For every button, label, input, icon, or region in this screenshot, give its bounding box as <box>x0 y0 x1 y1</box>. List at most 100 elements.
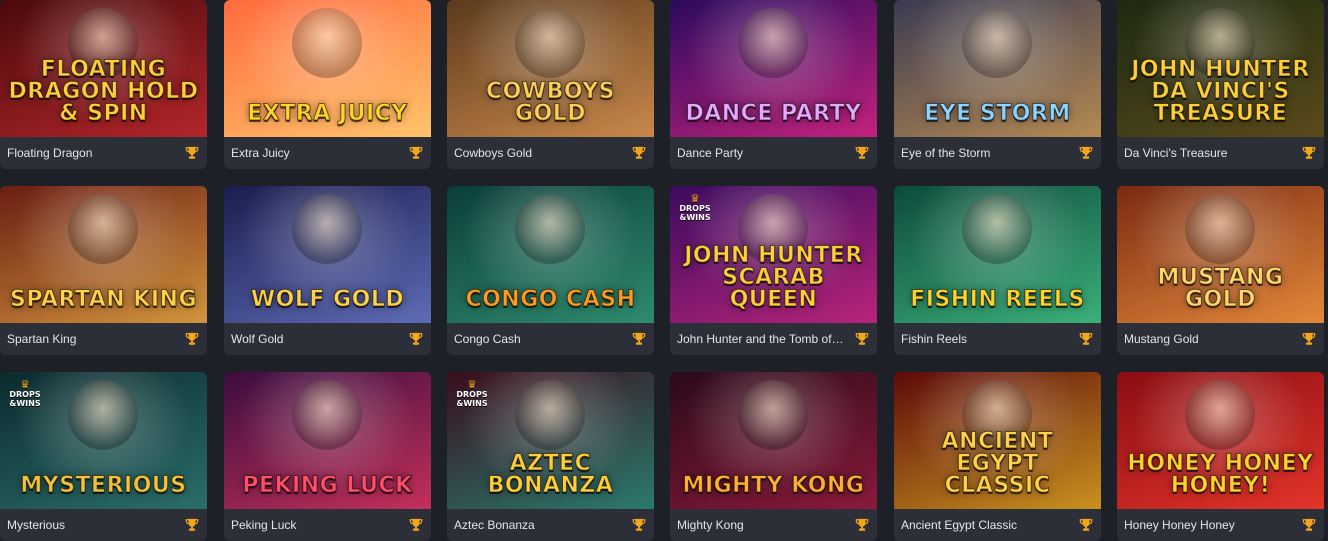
game-title[interactable]: Ancient Egypt Classic <box>901 518 1069 532</box>
game-title[interactable]: Wolf Gold <box>231 332 399 346</box>
game-logo: Wolf Gold <box>250 287 405 312</box>
trophy-icon[interactable] <box>632 518 646 532</box>
trophy-icon[interactable] <box>1302 518 1316 532</box>
game-thumbnail[interactable]: Spartan King <box>0 186 207 323</box>
game-card[interactable]: John Hunter Da Vinci's Treasure Da Vinci'… <box>1117 0 1324 169</box>
game-caption: Da Vinci's Treasure <box>1117 137 1324 169</box>
game-logo: Aztec Bonanza <box>487 451 614 498</box>
game-thumbnail[interactable]: Aztec Bonanza ♛ DROPS &WINS <box>447 372 654 509</box>
game-logo: Peking Luck <box>242 473 413 498</box>
game-caption: Honey Honey Honey <box>1117 509 1324 541</box>
game-card[interactable]: Congo Cash Congo Cash <box>447 186 654 355</box>
trophy-icon[interactable] <box>1079 332 1093 346</box>
trophy-icon[interactable] <box>185 146 199 160</box>
game-caption: Extra Juicy <box>224 137 431 169</box>
trophy-icon[interactable] <box>855 332 869 346</box>
trophy-icon[interactable] <box>632 332 646 346</box>
game-title[interactable]: Peking Luck <box>231 518 399 532</box>
game-title[interactable]: John Hunter and the Tomb of the Scarab Q… <box>677 332 845 346</box>
character-art <box>738 8 808 78</box>
game-title[interactable]: Floating Dragon <box>7 146 175 160</box>
game-card[interactable]: Ancient Egypt Classic Ancient Egypt Class… <box>894 372 1101 541</box>
badge-line-1: DROPS <box>679 204 711 213</box>
game-card[interactable]: Extra Juicy Extra Juicy <box>224 0 431 169</box>
game-logo: Cowboys Gold <box>485 79 616 126</box>
trophy-icon[interactable] <box>409 146 423 160</box>
game-card[interactable]: Wolf Gold Wolf Gold <box>224 186 431 355</box>
game-thumbnail[interactable]: Floating Dragon Hold & Spin <box>0 0 207 137</box>
game-caption: Mysterious <box>0 509 207 541</box>
game-card[interactable]: Mustang Gold Mustang Gold <box>1117 186 1324 355</box>
game-card[interactable]: Floating Dragon Hold & Spin Floating Drag… <box>0 0 207 169</box>
trophy-icon[interactable] <box>1079 146 1093 160</box>
trophy-icon[interactable] <box>409 518 423 532</box>
game-thumbnail[interactable]: Dance Party <box>670 0 877 137</box>
game-thumbnail[interactable]: Congo Cash <box>447 186 654 323</box>
game-title[interactable]: Extra Juicy <box>231 146 399 160</box>
game-logo: Fishin Reels <box>910 287 1085 312</box>
game-logo: Mighty Kong <box>682 473 865 498</box>
trophy-icon[interactable] <box>1079 518 1093 532</box>
game-title[interactable]: Aztec Bonanza <box>454 518 622 532</box>
game-title[interactable]: Fishin Reels <box>901 332 1069 346</box>
badge-line-1: DROPS <box>456 390 488 399</box>
game-title[interactable]: Mustang Gold <box>1124 332 1292 346</box>
game-thumbnail[interactable]: Mighty Kong <box>670 372 877 509</box>
game-title[interactable]: Spartan King <box>7 332 175 346</box>
badge-line-2: &WINS <box>456 399 488 408</box>
crown-icon: ♛ <box>20 378 30 391</box>
game-thumbnail[interactable]: Mustang Gold <box>1117 186 1324 323</box>
game-card[interactable]: Mighty Kong Mighty Kong <box>670 372 877 541</box>
game-thumbnail[interactable]: Fishin Reels <box>894 186 1101 323</box>
drops-wins-badge: ♛ DROPS &WINS <box>678 193 712 224</box>
game-caption: Eye of the Storm <box>894 137 1101 169</box>
character-art <box>962 194 1032 264</box>
trophy-icon[interactable] <box>855 518 869 532</box>
trophy-icon[interactable] <box>1302 332 1316 346</box>
game-thumbnail[interactable]: John Hunter Da Vinci's Treasure <box>1117 0 1324 137</box>
game-caption: Spartan King <box>0 323 207 355</box>
game-thumbnail[interactable]: Eye Storm <box>894 0 1101 137</box>
game-card[interactable]: Aztec Bonanza ♛ DROPS &WINS Aztec Bonanza <box>447 372 654 541</box>
game-card[interactable]: Honey Honey Honey! Honey Honey Honey <box>1117 372 1324 541</box>
trophy-icon[interactable] <box>1302 146 1316 160</box>
game-caption: Wolf Gold <box>224 323 431 355</box>
game-card[interactable]: Fishin Reels Fishin Reels <box>894 186 1101 355</box>
game-card[interactable]: Eye Storm Eye of the Storm <box>894 0 1101 169</box>
game-card[interactable]: Cowboys Gold Cowboys Gold <box>447 0 654 169</box>
trophy-icon[interactable] <box>855 146 869 160</box>
game-caption: Floating Dragon <box>0 137 207 169</box>
game-card[interactable]: John Hunter Scarab Queen ♛ DROPS &WINS John … <box>670 186 877 355</box>
game-thumbnail[interactable]: Ancient Egypt Classic <box>894 372 1101 509</box>
trophy-icon[interactable] <box>185 332 199 346</box>
game-caption: Congo Cash <box>447 323 654 355</box>
game-title[interactable]: Congo Cash <box>454 332 622 346</box>
game-title[interactable]: Cowboys Gold <box>454 146 622 160</box>
game-logo: Ancient Egypt Classic <box>941 429 1054 498</box>
game-caption: Ancient Egypt Classic <box>894 509 1101 541</box>
game-thumbnail[interactable]: Mysterious ♛ DROPS &WINS <box>0 372 207 509</box>
game-logo: Mysterious <box>20 473 187 498</box>
game-thumbnail[interactable]: Peking Luck <box>224 372 431 509</box>
game-title[interactable]: Mighty Kong <box>677 518 845 532</box>
game-title[interactable]: Dance Party <box>677 146 845 160</box>
game-grid: Floating Dragon Hold & Spin Floating Drag… <box>0 0 1328 541</box>
game-title[interactable]: Eye of the Storm <box>901 146 1069 160</box>
game-logo: Extra Juicy <box>247 101 408 126</box>
trophy-icon[interactable] <box>185 518 199 532</box>
game-card[interactable]: Mysterious ♛ DROPS &WINS Mysterious <box>0 372 207 541</box>
game-thumbnail[interactable]: Wolf Gold <box>224 186 431 323</box>
game-title[interactable]: Da Vinci's Treasure <box>1124 146 1292 160</box>
game-thumbnail[interactable]: Extra Juicy <box>224 0 431 137</box>
game-card[interactable]: Peking Luck Peking Luck <box>224 372 431 541</box>
game-thumbnail[interactable]: Cowboys Gold <box>447 0 654 137</box>
game-title[interactable]: Honey Honey Honey <box>1124 518 1292 532</box>
game-thumbnail[interactable]: Honey Honey Honey! <box>1117 372 1324 509</box>
character-art <box>68 194 138 264</box>
trophy-icon[interactable] <box>632 146 646 160</box>
game-card[interactable]: Spartan King Spartan King <box>0 186 207 355</box>
game-title[interactable]: Mysterious <box>7 518 175 532</box>
trophy-icon[interactable] <box>409 332 423 346</box>
game-card[interactable]: Dance Party Dance Party <box>670 0 877 169</box>
game-thumbnail[interactable]: John Hunter Scarab Queen ♛ DROPS &WINS <box>670 186 877 323</box>
